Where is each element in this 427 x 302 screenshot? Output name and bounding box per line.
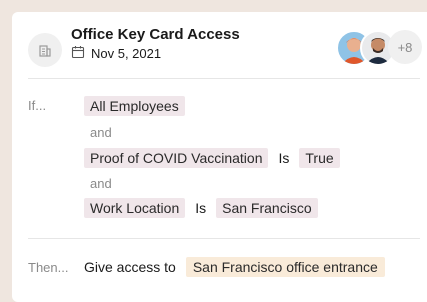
calendar-icon — [71, 45, 85, 62]
divider — [28, 78, 420, 79]
attribute-chip[interactable]: Proof of COVID Vaccination — [84, 148, 269, 168]
condition-group[interactable]: All Employees — [84, 96, 185, 116]
and-connector: and — [90, 125, 112, 140]
attribute-chip[interactable]: Work Location — [84, 198, 186, 218]
value-chip[interactable]: San Francisco — [216, 198, 318, 218]
rule-date: Nov 5, 2021 — [71, 45, 161, 62]
date-text: Nov 5, 2021 — [91, 46, 162, 61]
operator-text: Is — [195, 200, 207, 216]
then-label: Then... — [28, 260, 69, 275]
condition-row[interactable]: Proof of COVID Vaccination Is True — [84, 148, 340, 168]
and-connector: and — [90, 176, 112, 191]
access-target-chip[interactable]: San Francisco office entrance — [185, 257, 385, 277]
condition-row[interactable]: Work Location Is San Francisco — [84, 198, 318, 218]
group-chip[interactable]: All Employees — [84, 96, 185, 116]
action-row[interactable]: Give access to San Francisco office entr… — [84, 257, 385, 277]
building-icon — [28, 33, 62, 67]
rule-title: Office Key Card Access — [71, 26, 240, 43]
more-assignees-badge[interactable]: +8 — [388, 30, 422, 64]
action-text: Give access to — [84, 259, 176, 275]
operator-text: Is — [278, 150, 290, 166]
rule-card: Office Key Card Access Nov 5, 2021 +8 If… — [12, 12, 427, 302]
divider — [28, 238, 420, 239]
if-label: If... — [28, 98, 47, 113]
assignee-avatars[interactable]: +8 — [336, 30, 422, 66]
value-chip[interactable]: True — [299, 148, 340, 168]
